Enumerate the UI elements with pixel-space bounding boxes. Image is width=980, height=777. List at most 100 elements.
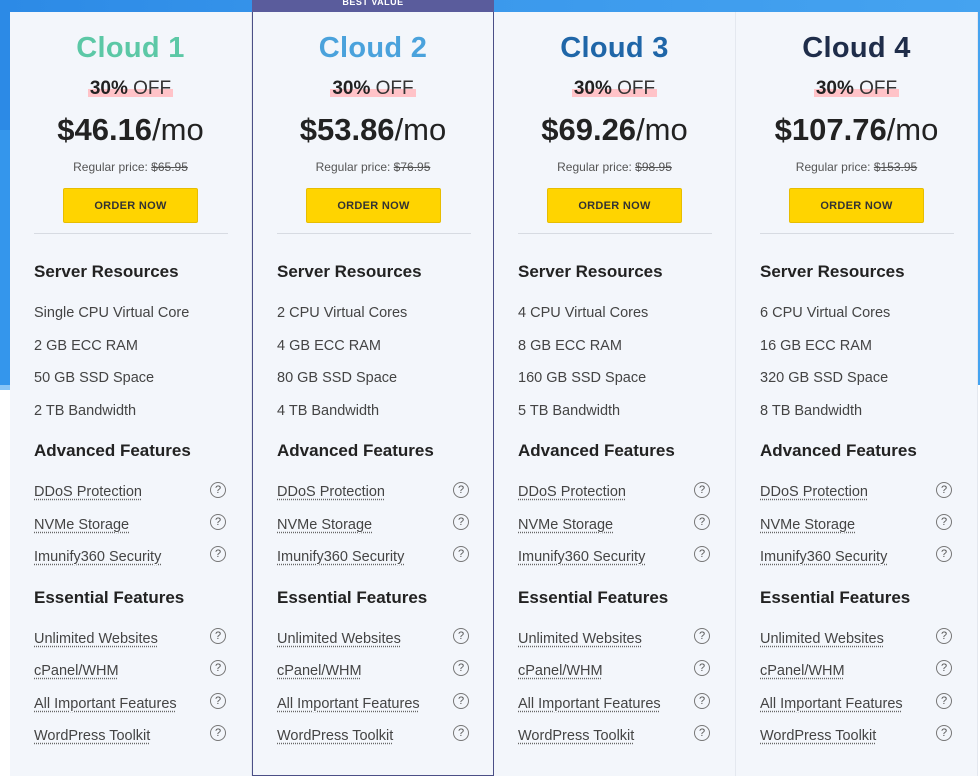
order-now-button[interactable]: ORDER NOW bbox=[306, 188, 441, 223]
feature-imunify360-security[interactable]: Imunify360 Security bbox=[760, 549, 887, 565]
order-now-button[interactable]: ORDER NOW bbox=[63, 188, 198, 223]
help-icon[interactable]: ? bbox=[210, 514, 226, 530]
help-icon[interactable]: ? bbox=[936, 482, 952, 498]
help-icon[interactable]: ? bbox=[936, 660, 952, 676]
help-icon[interactable]: ? bbox=[210, 546, 226, 562]
discount-label: 30% OFF bbox=[10, 78, 251, 100]
plan-card-cloud-4: Cloud 4 30% OFF $107.76/mo Regular price… bbox=[736, 12, 978, 776]
resource-item: 5 TB Bandwidth bbox=[518, 403, 621, 419]
feature-ddos-protection[interactable]: DDoS Protection bbox=[518, 484, 626, 500]
help-icon[interactable]: ? bbox=[210, 725, 226, 741]
plan-price: $53.86/mo bbox=[253, 112, 493, 148]
plan-price: $46.16/mo bbox=[10, 112, 251, 148]
resource-item: 2 CPU Virtual Cores bbox=[277, 305, 408, 321]
plan-price: $69.26/mo bbox=[494, 112, 735, 148]
regular-price-value: $76.95 bbox=[393, 160, 431, 174]
feature-unlimited-websites[interactable]: Unlimited Websites bbox=[277, 631, 401, 647]
help-icon[interactable]: ? bbox=[694, 482, 710, 498]
feature-unlimited-websites[interactable]: Unlimited Websites bbox=[760, 631, 884, 647]
feature-cpanel-whm[interactable]: cPanel/WHM bbox=[277, 663, 362, 679]
help-icon[interactable]: ? bbox=[210, 693, 226, 709]
help-icon[interactable]: ? bbox=[694, 628, 710, 644]
feature-cpanel-whm[interactable]: cPanel/WHM bbox=[34, 663, 119, 679]
feature-all-important-features[interactable]: All Important Features bbox=[760, 696, 903, 712]
resource-item: Single CPU Virtual Core bbox=[34, 305, 190, 321]
feature-nvme-storage[interactable]: NVMe Storage bbox=[760, 517, 855, 533]
price-amount: $46.16 bbox=[57, 112, 153, 147]
discount-word: OFF bbox=[617, 78, 656, 99]
section-title-advanced: Advanced Features bbox=[34, 441, 191, 460]
price-period: /mo bbox=[886, 112, 939, 147]
regular-price-label: Regular price: bbox=[73, 160, 148, 174]
section-title-advanced: Advanced Features bbox=[518, 441, 675, 460]
feature-nvme-storage[interactable]: NVMe Storage bbox=[34, 517, 129, 533]
help-icon[interactable]: ? bbox=[453, 725, 469, 741]
discount-word: OFF bbox=[375, 78, 414, 99]
discount-word: OFF bbox=[859, 78, 898, 99]
help-icon[interactable]: ? bbox=[453, 660, 469, 676]
help-icon[interactable]: ? bbox=[453, 628, 469, 644]
help-icon[interactable]: ? bbox=[694, 660, 710, 676]
resource-item: 16 GB ECC RAM bbox=[760, 338, 872, 354]
price-amount: $53.86 bbox=[299, 112, 395, 147]
price-amount: $107.76 bbox=[774, 112, 887, 147]
help-icon[interactable]: ? bbox=[453, 546, 469, 562]
feature-wordpress-toolkit[interactable]: WordPress Toolkit bbox=[34, 728, 150, 744]
section-title-advanced: Advanced Features bbox=[760, 441, 917, 460]
regular-price: Regular price: $153.95 bbox=[736, 160, 977, 174]
help-icon[interactable]: ? bbox=[453, 514, 469, 530]
best-value-badge: BEST VALUE bbox=[252, 0, 494, 12]
feature-unlimited-websites[interactable]: Unlimited Websites bbox=[34, 631, 158, 647]
help-icon[interactable]: ? bbox=[936, 514, 952, 530]
help-icon[interactable]: ? bbox=[936, 628, 952, 644]
feature-imunify360-security[interactable]: Imunify360 Security bbox=[34, 549, 161, 565]
help-icon[interactable]: ? bbox=[694, 546, 710, 562]
section-title-advanced: Advanced Features bbox=[277, 441, 434, 460]
help-icon[interactable]: ? bbox=[210, 628, 226, 644]
feature-cpanel-whm[interactable]: cPanel/WHM bbox=[518, 663, 603, 679]
feature-ddos-protection[interactable]: DDoS Protection bbox=[34, 484, 142, 500]
feature-all-important-features[interactable]: All Important Features bbox=[518, 696, 661, 712]
plan-price: $107.76/mo bbox=[736, 112, 977, 148]
divider bbox=[277, 233, 471, 234]
discount-percent: 30% bbox=[573, 78, 612, 99]
feature-all-important-features[interactable]: All Important Features bbox=[34, 696, 177, 712]
help-icon[interactable]: ? bbox=[936, 725, 952, 741]
resource-item: 6 CPU Virtual Cores bbox=[760, 305, 891, 321]
feature-ddos-protection[interactable]: DDoS Protection bbox=[277, 484, 385, 500]
regular-price-label: Regular price: bbox=[795, 160, 871, 174]
help-icon[interactable]: ? bbox=[694, 725, 710, 741]
resource-item: 4 GB ECC RAM bbox=[277, 338, 381, 354]
feature-nvme-storage[interactable]: NVMe Storage bbox=[277, 517, 372, 533]
resource-item: 320 GB SSD Space bbox=[760, 370, 889, 386]
help-icon[interactable]: ? bbox=[936, 693, 952, 709]
feature-all-important-features[interactable]: All Important Features bbox=[277, 696, 420, 712]
plan-card-cloud-1: Cloud 1 30% OFF $46.16/mo Regular price:… bbox=[10, 12, 252, 776]
regular-price: Regular price: $98.95 bbox=[494, 160, 735, 174]
help-icon[interactable]: ? bbox=[210, 660, 226, 676]
help-icon[interactable]: ? bbox=[694, 693, 710, 709]
feature-wordpress-toolkit[interactable]: WordPress Toolkit bbox=[518, 728, 634, 744]
feature-ddos-protection[interactable]: DDoS Protection bbox=[760, 484, 868, 500]
regular-price-value: $98.95 bbox=[635, 160, 672, 174]
feature-imunify360-security[interactable]: Imunify360 Security bbox=[518, 549, 645, 565]
help-icon[interactable]: ? bbox=[936, 546, 952, 562]
feature-wordpress-toolkit[interactable]: WordPress Toolkit bbox=[760, 728, 876, 744]
order-now-button[interactable]: ORDER NOW bbox=[789, 188, 924, 223]
section-title-essential: Essential Features bbox=[518, 588, 669, 607]
pricing-cards: Cloud 1 30% OFF $46.16/mo Regular price:… bbox=[10, 0, 980, 776]
feature-wordpress-toolkit[interactable]: WordPress Toolkit bbox=[277, 728, 393, 744]
price-period: /mo bbox=[636, 112, 688, 147]
help-icon[interactable]: ? bbox=[210, 482, 226, 498]
order-now-button[interactable]: ORDER NOW bbox=[547, 188, 682, 223]
help-icon[interactable]: ? bbox=[694, 514, 710, 530]
divider bbox=[518, 233, 712, 234]
feature-imunify360-security[interactable]: Imunify360 Security bbox=[277, 549, 404, 565]
section-title-server: Server Resources bbox=[34, 262, 179, 281]
help-icon[interactable]: ? bbox=[453, 693, 469, 709]
feature-unlimited-websites[interactable]: Unlimited Websites bbox=[518, 631, 642, 647]
resource-item: 2 TB Bandwidth bbox=[34, 403, 137, 419]
help-icon[interactable]: ? bbox=[453, 482, 469, 498]
feature-cpanel-whm[interactable]: cPanel/WHM bbox=[760, 663, 845, 679]
feature-nvme-storage[interactable]: NVMe Storage bbox=[518, 517, 613, 533]
